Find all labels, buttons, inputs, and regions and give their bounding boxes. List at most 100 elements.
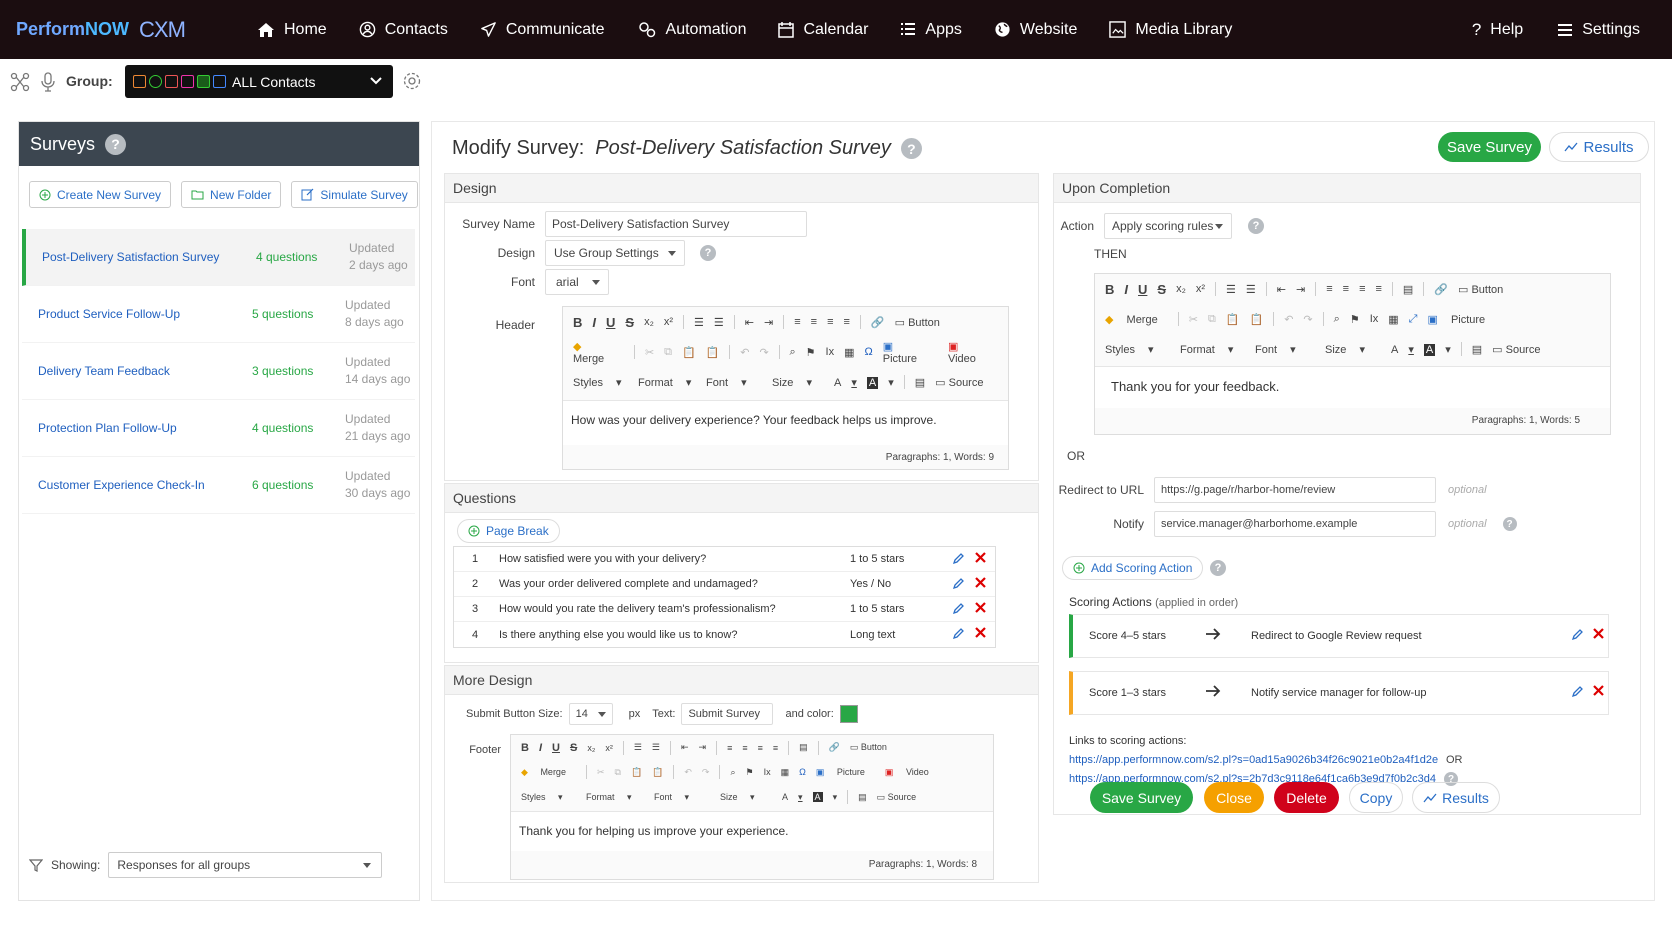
group-select[interactable]: ALL Contacts [125,65,393,98]
help-icon[interactable]: ? [700,245,716,261]
source-icon[interactable]: ▭ Source [1492,343,1550,356]
button-size-select[interactable]: 14 [568,703,613,725]
new-folder-button[interactable]: New Folder [181,181,282,208]
strike-button[interactable]: S [1157,282,1166,297]
numbered-list-icon[interactable]: ☰ [1226,283,1236,296]
delete-icon[interactable] [974,576,987,589]
copy-icon[interactable]: ⧉ [615,767,621,778]
button-color-swatch[interactable] [839,705,858,723]
subscript-button[interactable]: x₂ [644,316,654,328]
create-survey-button[interactable]: Create New Survey [29,181,172,208]
justify-icon[interactable]: ≡ [1375,283,1381,295]
nav-home[interactable]: Home [257,21,327,39]
picture-icon[interactable]: ▣ Picture [816,767,875,778]
delete-icon[interactable] [974,626,987,639]
nav-calendar[interactable]: Calendar [778,21,868,39]
pencil-icon[interactable] [952,552,965,565]
button-text-input[interactable]: Submit Survey [681,703,774,725]
flag-icon[interactable]: ⚑ [806,346,816,359]
font-family-select[interactable]: Font ▾ [654,792,710,803]
survey-list-item[interactable]: Product Service Follow-Up 5 questions Up… [22,286,415,343]
scoring-link[interactable]: https://app.performnow.com/s2.pl?s=0ad15… [1069,754,1438,766]
delete-icon[interactable] [974,601,987,614]
pencil-icon[interactable] [1571,685,1584,698]
table-icon[interactable]: ▦ [844,346,854,359]
justify-icon[interactable]: ≡ [843,316,849,328]
survey-list-item[interactable]: Post-Delivery Satisfaction Survey 4 ques… [22,229,415,286]
text-color-icon[interactable]: A ▾ [834,376,857,389]
simulate-survey-button[interactable]: Simulate Survey [291,181,418,208]
template-icon[interactable]: ▤ [1403,283,1413,296]
numbered-list-icon[interactable]: ☰ [694,316,704,329]
help-icon[interactable]: ? [900,138,922,159]
table-row[interactable]: 1 How satisfied were you with your deliv… [454,547,995,572]
redo-icon[interactable]: ↷ [702,767,710,778]
align-left-icon[interactable]: ≡ [727,743,732,753]
paste-icon[interactable]: 📋 [1226,313,1240,326]
notify-input[interactable]: service.manager@harborhome.example [1154,511,1436,537]
help-icon[interactable]: ? [105,133,127,155]
save-survey-bottom-button[interactable]: Save Survey [1090,782,1193,813]
bg-color-icon[interactable]: A ▾ [1423,343,1451,356]
paste-icon[interactable]: 📋 [682,346,696,359]
outdent-icon[interactable]: ⇤ [745,316,754,329]
add-scoring-action-button[interactable]: Add Scoring Action [1062,556,1204,580]
button-icon[interactable]: ▭ Button [850,742,897,753]
network-icon[interactable] [10,72,30,92]
merge-icon[interactable]: ◆ Merge [1105,313,1168,326]
nav-settings[interactable]: Settings [1557,21,1640,39]
strike-button[interactable]: S [625,315,634,330]
video-icon[interactable]: ▣ Video [885,767,939,778]
nav-contacts[interactable]: Contacts [359,21,448,39]
clear-format-icon[interactable]: Ix [764,767,771,777]
gear-icon[interactable] [402,71,422,91]
undo-icon[interactable]: ↶ [1284,313,1293,326]
redirect-url-input[interactable]: https://g.page/r/harbor-home/review [1154,477,1436,503]
pencil-icon[interactable] [952,627,965,640]
search-icon[interactable]: ⌕ [1334,313,1340,326]
help-icon[interactable]: ? [1210,560,1226,576]
help-icon[interactable]: ? [1502,517,1517,531]
scoring-action-item[interactable]: Score 4–5 stars Redirect to Google Revie… [1069,614,1609,658]
paste-text-icon[interactable]: 📋 [1250,313,1264,326]
help-icon[interactable]: ? [1248,218,1264,234]
pencil-icon[interactable] [952,602,965,615]
size-select[interactable]: Size ▾ [1325,343,1381,356]
underline-button[interactable]: U [552,742,560,754]
bg-color-icon[interactable]: A ▾ [866,376,894,389]
close-button[interactable]: Close [1204,782,1264,813]
template-icon[interactable]: ▤ [915,376,925,389]
table-row[interactable]: 3 How would you rate the delivery team's… [454,597,995,622]
underline-button[interactable]: U [606,315,615,330]
table-icon[interactable]: ▦ [781,767,790,778]
align-center-icon[interactable]: ≡ [1343,283,1349,295]
maximize-icon[interactable]: ⤢ [1409,313,1418,326]
cut-icon[interactable]: ✂ [1189,313,1198,326]
size-select[interactable]: Size ▾ [720,792,772,803]
header-content[interactable]: How was your delivery experience? Your f… [563,400,1008,445]
bold-button[interactable]: B [573,315,582,330]
bullet-list-icon[interactable]: ☰ [714,316,724,329]
picture-icon[interactable]: ▣ Picture [1427,313,1495,326]
nav-automation[interactable]: Automation [637,21,746,39]
superscript-button[interactable]: x² [664,316,673,328]
bullet-list-icon[interactable]: ☰ [1246,283,1256,296]
search-icon[interactable]: ⌕ [730,767,735,778]
align-left-icon[interactable]: ≡ [1326,283,1332,295]
italic-button[interactable]: I [539,742,542,754]
undo-icon[interactable]: ↶ [740,346,749,359]
nav-website[interactable]: Website [994,21,1077,39]
outdent-icon[interactable]: ⇤ [681,742,689,753]
results-button[interactable]: Results [1549,132,1649,162]
merge-icon[interactable]: ◆ Merge [573,340,624,365]
merge-icon[interactable]: ◆ Merge [521,767,576,778]
copy-button[interactable]: Copy [1349,782,1403,813]
table-row[interactable]: 4 Is there anything else you would like … [454,622,995,647]
paste-text-icon[interactable]: 📋 [706,346,720,359]
table-icon[interactable]: ▦ [1388,313,1398,326]
microphone-icon[interactable] [41,72,55,92]
omega-icon[interactable]: Ω [799,767,806,777]
align-center-icon[interactable]: ≡ [811,316,817,328]
flag-icon[interactable]: ⚑ [746,767,754,778]
align-center-icon[interactable]: ≡ [742,743,747,753]
